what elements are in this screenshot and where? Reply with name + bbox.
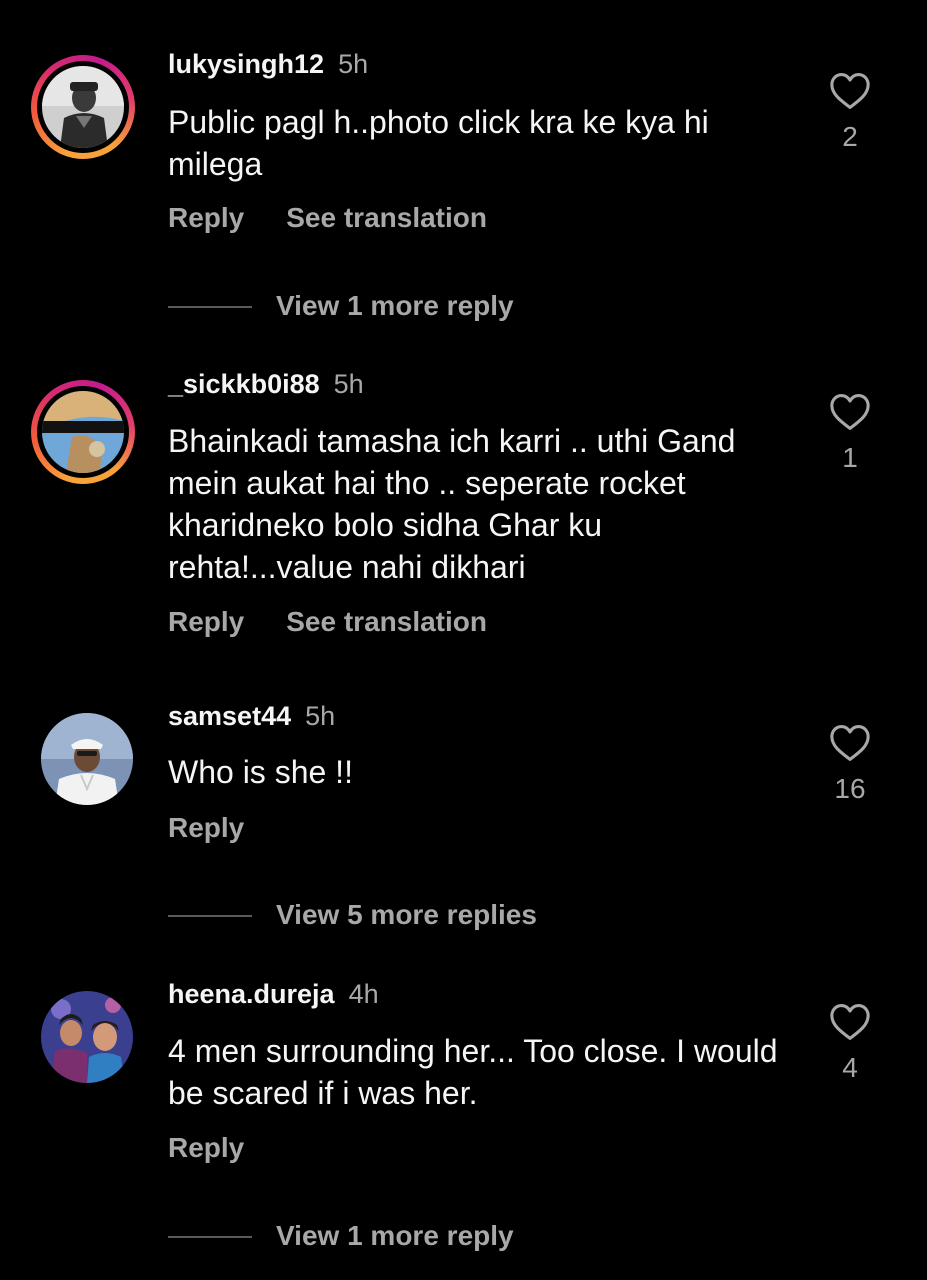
comment-header: heena.dureja 4h xyxy=(168,978,379,1010)
timestamp: 4h xyxy=(348,979,379,1009)
comment-text: 4 men surrounding her... Too close. I wo… xyxy=(168,1033,778,1111)
reply-button[interactable]: Reply xyxy=(168,1131,244,1165)
username[interactable]: heena.dureja xyxy=(168,979,335,1009)
like-button[interactable]: 4 xyxy=(812,1003,888,1085)
comment-actions: Reply xyxy=(168,1131,244,1165)
divider-line xyxy=(168,1236,252,1238)
avatar[interactable] xyxy=(41,991,133,1083)
comment-item: heena.dureja 4h 4 men surrounding her... … xyxy=(0,0,927,1280)
heart-outline-icon[interactable] xyxy=(829,1003,871,1041)
view-replies-label[interactable]: View 1 more reply xyxy=(276,1219,514,1253)
like-count: 4 xyxy=(842,1052,858,1083)
